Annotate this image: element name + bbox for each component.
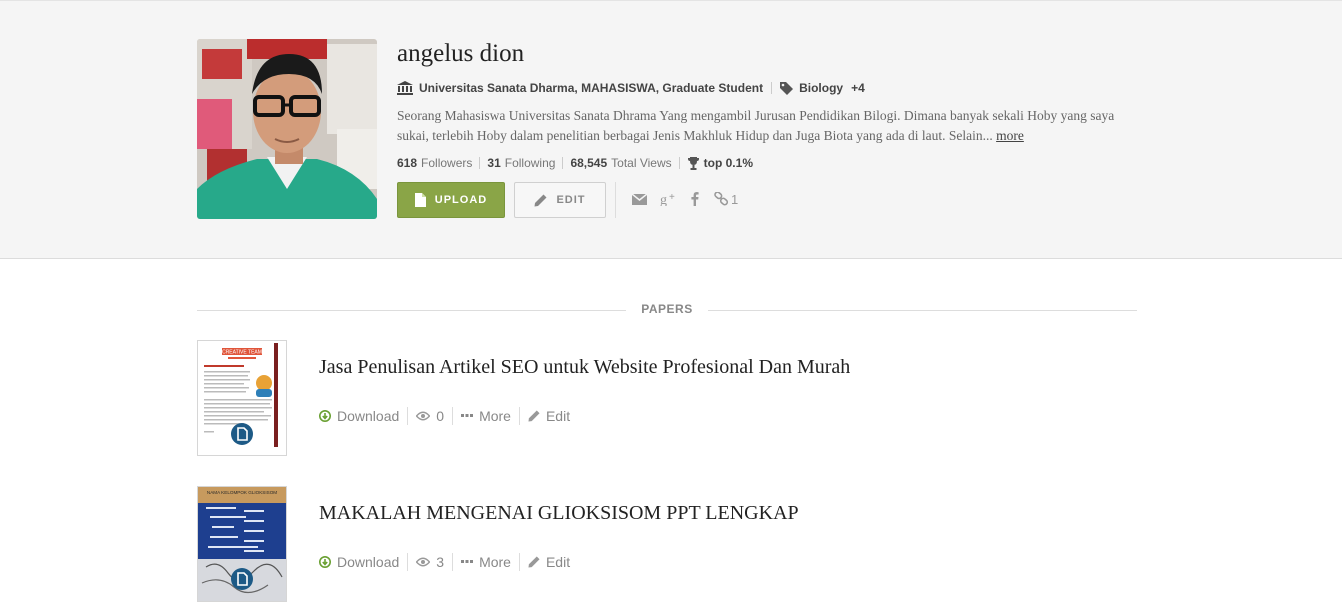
document-icon	[414, 193, 426, 207]
divider	[479, 157, 481, 169]
views-count: 68,545	[570, 156, 608, 170]
trophy-icon	[687, 156, 699, 170]
total-views: 68,545 Total Views	[570, 156, 671, 170]
ellipsis-icon	[461, 560, 474, 563]
ellipsis-icon	[461, 414, 474, 417]
bio: Seorang Mahasiswa Universitas Sanata Dhr…	[397, 106, 1139, 146]
institution-icon	[397, 81, 413, 95]
followers-link[interactable]: 618 Followers	[397, 156, 472, 170]
edit-label: Edit	[545, 408, 571, 424]
edit-paper-button[interactable]: Edit	[528, 408, 570, 424]
divider	[407, 553, 409, 571]
pencil-icon	[528, 410, 540, 422]
divider	[518, 553, 520, 571]
divider	[518, 407, 520, 425]
paper-title[interactable]: Jasa Penulisan Artikel SEO untuk Website…	[319, 356, 850, 379]
more-label: More	[479, 554, 511, 570]
following-label: Following	[504, 156, 556, 170]
stats-row: 618 Followers 31 Following 68,545 Total Vie…	[397, 155, 757, 171]
pencil-icon	[534, 194, 547, 206]
thumbnail-caption: NAMA KELOMPOK GLIOKSISOM	[207, 490, 277, 495]
more-button[interactable]: More	[461, 554, 511, 570]
followers-count: 618	[397, 156, 418, 170]
paper-actions: Download 3 More Edit	[319, 552, 570, 572]
paper-actions: Download 0 More Edit	[319, 406, 570, 426]
more-label: More	[479, 408, 511, 424]
paper-title[interactable]: MAKALAH MENGENAI GLIOKSISOM PPT LENGKAP	[319, 502, 799, 525]
link-icon[interactable]	[714, 192, 729, 206]
upload-label: UPLOAD	[434, 194, 488, 206]
divider	[407, 407, 409, 425]
divider	[197, 310, 626, 311]
email-icon[interactable]	[632, 194, 647, 205]
more-button[interactable]: More	[461, 408, 511, 424]
affiliation-link[interactable]: Universitas Sanata Dharma, MAHASISWA, Gr…	[419, 81, 763, 95]
rank-badge: top 0.1%	[703, 156, 753, 170]
views-count: 3	[436, 554, 445, 570]
divider	[771, 82, 773, 94]
pencil-icon	[528, 556, 540, 568]
download-label: Download	[337, 554, 400, 570]
avatar	[197, 39, 377, 219]
eye-icon	[416, 557, 431, 567]
download-icon	[319, 556, 331, 568]
download-button[interactable]: Download	[319, 408, 399, 424]
divider	[708, 310, 1137, 311]
eye-icon	[416, 411, 431, 421]
svg-text:+: +	[669, 192, 675, 203]
link-count: 1	[731, 192, 739, 207]
download-button[interactable]: Download	[319, 554, 399, 570]
divider	[452, 553, 454, 571]
views-counter: 3	[416, 554, 444, 570]
edit-paper-button[interactable]: Edit	[528, 554, 570, 570]
divider	[452, 407, 454, 425]
interest-tag[interactable]: Biology	[799, 81, 843, 95]
edit-label: EDIT	[556, 194, 586, 206]
download-icon	[319, 410, 331, 422]
facebook-icon[interactable]	[691, 191, 699, 206]
google-plus-icon[interactable]: g +	[660, 192, 677, 206]
profile-name: angelus dion	[397, 40, 525, 67]
divider	[562, 157, 564, 169]
views-label: Total Views	[611, 156, 672, 170]
following-count: 31	[487, 156, 501, 170]
views-count: 0	[436, 408, 445, 424]
following-link[interactable]: 31 Following	[487, 156, 555, 170]
upload-button[interactable]: UPLOAD	[397, 182, 505, 218]
followers-label: Followers	[421, 156, 473, 170]
paper-thumbnail[interactable]: NAMA KELOMPOK GLIOKSISOM	[197, 486, 287, 602]
views-counter: 0	[416, 408, 444, 424]
paper-thumbnail[interactable]: CREATIVE TEAM	[197, 340, 287, 456]
bio-more-link[interactable]: more	[996, 128, 1024, 143]
more-interests[interactable]: +4	[851, 81, 865, 95]
divider	[615, 182, 616, 218]
papers-heading: PAPERS	[641, 302, 693, 316]
thumbnail-caption: CREATIVE TEAM	[222, 350, 262, 356]
affiliation-row: Universitas Sanata Dharma, MAHASISWA, Gr…	[397, 80, 865, 96]
divider	[678, 157, 680, 169]
tag-icon	[780, 81, 794, 95]
edit-label: Edit	[545, 554, 571, 570]
svg-text:g: g	[660, 193, 667, 206]
edit-profile-button[interactable]: EDIT	[514, 182, 606, 218]
download-label: Download	[337, 408, 400, 424]
